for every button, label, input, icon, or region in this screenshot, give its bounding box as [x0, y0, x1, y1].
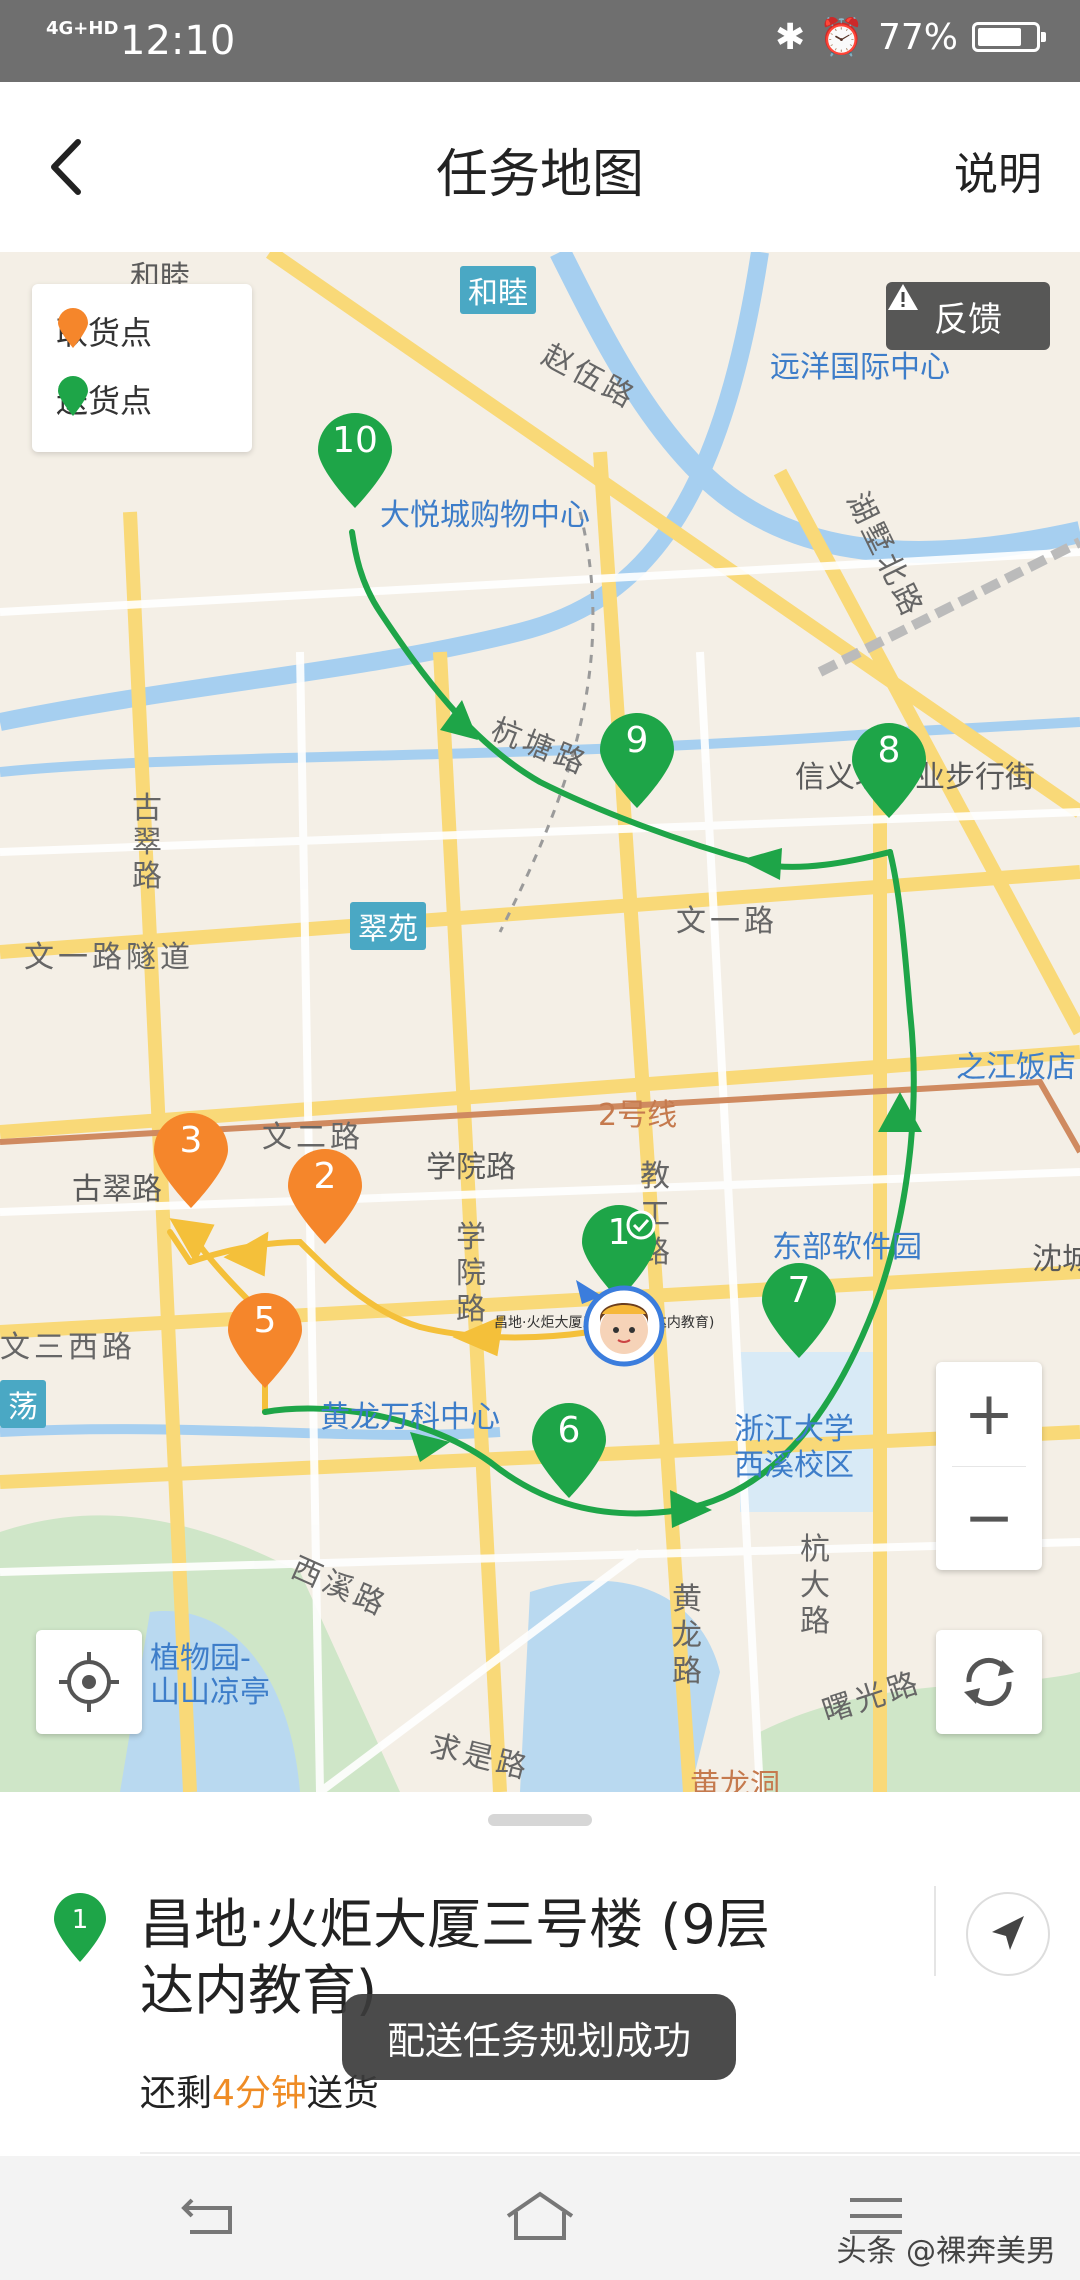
zoom-out-button[interactable]: − [936, 1466, 1042, 1570]
navigate-button[interactable] [966, 1892, 1050, 1976]
legend-item-delivery: 送货点 [56, 376, 152, 422]
poi-label: 荡 [0, 1380, 46, 1428]
system-nav-bar: 头条 @裸奔美男 [0, 2156, 1080, 2280]
road-label: 黄龙路 [672, 1582, 706, 1689]
delivery-marker[interactable]: 8 [850, 722, 928, 818]
toast-message: 配送任务规划成功 [342, 1994, 736, 2080]
pin-number: 1 [72, 1905, 89, 1935]
divider [140, 2152, 1080, 2154]
road-label: 文一路隧道 [24, 940, 194, 975]
watermark: 头条 @裸奔美男 [836, 2234, 1056, 2269]
navigate-arrow-icon [992, 1916, 1024, 1950]
delivery-marker[interactable]: 6 [530, 1402, 608, 1498]
zoom-in-button[interactable]: + [936, 1362, 1042, 1466]
marker-number: 5 [253, 1300, 277, 1341]
status-time: 12:10 [120, 18, 236, 64]
delivery-marker[interactable]: 9 [598, 712, 676, 808]
bluetooth-icon: ✱ [774, 16, 806, 58]
refresh-icon [964, 1657, 1014, 1707]
page-title: 任务地图 [435, 145, 644, 205]
alarm-icon: ⏰ [819, 17, 864, 58]
battery-level [978, 28, 1021, 46]
network-indicator: 4G+HD [46, 18, 119, 39]
marker-number: 10 [332, 420, 378, 461]
remain-prefix: 还剩 [140, 2073, 213, 2114]
battery-icon [972, 22, 1046, 52]
marker-number: 2 [313, 1156, 337, 1197]
metro-station-label: 和睦 [460, 266, 536, 314]
zoom-controls: + − [936, 1362, 1042, 1570]
battery-percent: 77% [877, 16, 958, 58]
marker-number: 9 [625, 720, 649, 761]
map-pin-icon: 1 [54, 1893, 106, 1962]
pickup-marker[interactable]: 5 [226, 1292, 304, 1388]
home-icon[interactable] [500, 2186, 580, 2246]
legend-item-pickup: 取货点 [56, 308, 152, 354]
poi-label: 之江饭店 [956, 1050, 1076, 1085]
metro-station-label: 古翠路 [72, 1172, 162, 1207]
remaining-time: 还剩4分钟送货 [140, 2064, 379, 2116]
remain-minutes: 4分钟 [212, 2073, 307, 2114]
poi-label: 植物园- 山山凉亭 [150, 1641, 270, 1710]
bottom-sheet: 1 昌地·火炬大厦三号楼 (9层达内教育) 还剩4分钟送货 [0, 1792, 1080, 2156]
map-view[interactable]: 和睦 和睦 赵伍路 远洋国际中心 大悦城购物中心 湖墅北路 杭塘路 信义坊商业步… [0, 252, 1080, 1792]
delivery-marker[interactable]: 10 [316, 412, 394, 508]
poi-label: 大悦城购物中心 [380, 498, 590, 533]
poi-label: 黄龙万科中心 [320, 1400, 500, 1435]
road-label: 文三西路 [0, 1330, 136, 1365]
poi-label: 沈城 [1032, 1242, 1080, 1277]
courier-avatar-icon[interactable] [576, 1278, 666, 1368]
locate-icon [59, 1652, 119, 1712]
road-label: 学院路 [456, 1220, 490, 1327]
marker-number: 8 [877, 730, 901, 771]
road-label: 古翠路 [132, 791, 166, 894]
map-base [0, 252, 1080, 1792]
check-icon [626, 1210, 656, 1240]
help-button[interactable]: 说明 [954, 138, 1042, 202]
feedback-button[interactable]: 反馈 [886, 282, 1050, 350]
marker-number: 6 [557, 1410, 581, 1451]
poi-label: 浙江大学 西溪校区 [734, 1412, 854, 1483]
poi-label: 东部软件园 [772, 1230, 922, 1265]
poi-label: 翠苑 [350, 902, 426, 950]
metro-line-label: 2号线 [598, 1098, 678, 1133]
pickup-marker[interactable]: 2 [286, 1148, 364, 1244]
drag-handle[interactable] [488, 1814, 592, 1826]
warning-icon [888, 284, 918, 310]
refresh-button[interactable] [936, 1630, 1042, 1734]
map-legend: 取货点 送货点 [32, 284, 252, 452]
road-label: 文一路 [676, 904, 778, 939]
status-bar: 4G+HD 12:10 ✱ ⏰ 77% [0, 0, 1080, 82]
locate-button[interactable] [36, 1630, 142, 1734]
road-label: 杭大路 [800, 1532, 834, 1639]
feedback-label: 反馈 [934, 299, 1002, 340]
metro-station-label: 学院路 [426, 1150, 516, 1185]
map-pin-icon [58, 376, 88, 416]
delivery-marker[interactable]: 8 7 [760, 1262, 838, 1358]
pickup-marker[interactable]: 3 [152, 1112, 230, 1208]
marker-number: 7 [787, 1270, 811, 1311]
map-pin-icon [58, 308, 88, 348]
header: 任务地图 说明 [0, 82, 1080, 252]
marker-number: 3 [179, 1120, 203, 1161]
poi-label: 黄龙洞 [690, 1768, 780, 1792]
divider [934, 1886, 936, 1976]
back-icon[interactable] [170, 2186, 250, 2246]
status-icons: ✱ ⏰ 77% [774, 16, 1046, 58]
